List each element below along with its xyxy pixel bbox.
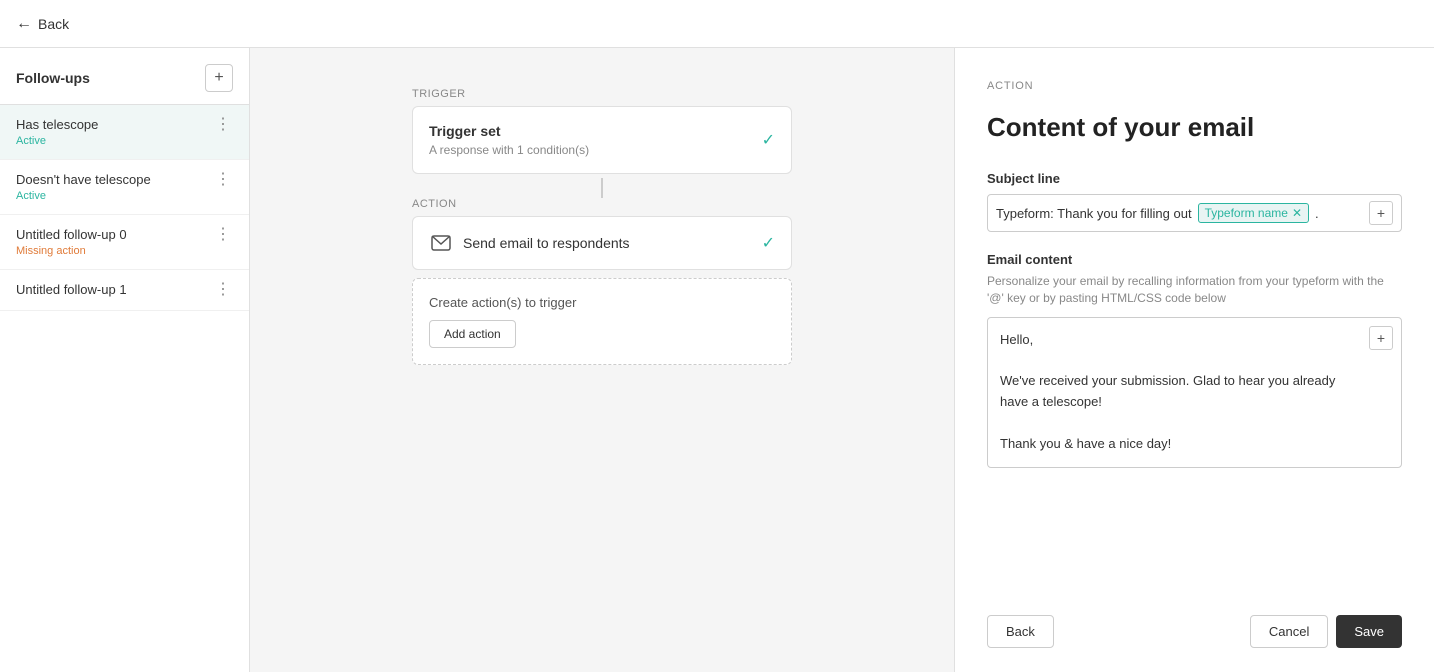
email-body-area[interactable]: Hello, We've received your submission. G… (987, 317, 1402, 468)
right-panel: ACTION Content of your email Subject lin… (954, 48, 1434, 672)
email-icon (429, 231, 453, 255)
email-body-spacer (1000, 351, 1389, 372)
sidebar-item-menu-button[interactable]: ⋮ (213, 227, 233, 243)
sidebar-item-menu-button[interactable]: ⋮ (213, 282, 233, 298)
sidebar-item-menu-button[interactable]: ⋮ (213, 172, 233, 188)
sidebar-item-doesnt-have-telescope[interactable]: Doesn't have telescope Active ⋮ (0, 160, 249, 215)
main-layout: Follow-ups + Has telescope Active ⋮ Does… (0, 48, 1434, 672)
add-action-button[interactable]: Add action (429, 320, 516, 348)
sidebar-item-status: Active (16, 190, 213, 202)
sidebar-item-name: Has telescope (16, 117, 213, 132)
sidebar-item-name: Untitled follow-up 0 (16, 227, 213, 242)
sidebar-header: Follow-ups + (0, 48, 249, 105)
email-body-line-4: Thank you & have a nice day! (1000, 434, 1389, 455)
canvas: Trigger Trigger set A response with 1 co… (250, 48, 954, 672)
sidebar: Follow-ups + Has telescope Active ⋮ Does… (0, 48, 250, 672)
check-icon: ✓ (762, 130, 775, 150)
sidebar-item-untitled-0[interactable]: Untitled follow-up 0 Missing action ⋮ (0, 215, 249, 270)
typeform-name-tag: Typeform name ✕ (1198, 203, 1309, 223)
subject-dot: . (1315, 206, 1319, 221)
panel-back-button[interactable]: Back (987, 615, 1054, 648)
sidebar-item-status: Active (16, 135, 213, 147)
subject-line-input[interactable]: Typeform: Thank you for filling out Type… (987, 194, 1402, 232)
add-followup-button[interactable]: + (205, 64, 233, 92)
panel-title: Content of your email (987, 112, 1402, 143)
trigger-card-title: Trigger set (429, 123, 589, 139)
sidebar-item-untitled-1[interactable]: Untitled follow-up 1 ⋮ (0, 270, 249, 311)
panel-footer: Back Cancel Save (987, 599, 1402, 648)
top-bar: ← Back (0, 0, 1434, 48)
email-content-hint: Personalize your email by recalling info… (987, 273, 1402, 307)
action-label: Action (412, 198, 792, 210)
send-email-label: Send email to respondents (463, 235, 630, 251)
sidebar-item-status: Missing action (16, 245, 213, 257)
create-actions-title: Create action(s) to trigger (429, 295, 775, 310)
cancel-button[interactable]: Cancel (1250, 615, 1328, 648)
email-content-section: Email content Personalize your email by … (987, 252, 1402, 467)
top-back-label: Back (38, 16, 69, 32)
panel-section-label: ACTION (987, 80, 1402, 92)
typeform-tag-label: Typeform name (1205, 206, 1288, 220)
email-body-line-1: Hello, (1000, 330, 1389, 351)
email-body-spacer-2 (1000, 413, 1389, 434)
sidebar-title: Follow-ups (16, 70, 90, 86)
subject-plus-button[interactable]: + (1369, 201, 1393, 225)
send-email-card[interactable]: Send email to respondents ✓ (412, 216, 792, 270)
subject-prefix: Typeform: Thank you for filling out (996, 206, 1192, 221)
email-body-line-3: have a telescope! (1000, 392, 1389, 413)
trigger-label: Trigger (412, 88, 792, 100)
sidebar-item-name: Doesn't have telescope (16, 172, 213, 187)
tag-close-button[interactable]: ✕ (1292, 207, 1302, 219)
top-back-button[interactable]: ← Back (16, 15, 69, 33)
trigger-card[interactable]: Trigger set A response with 1 condition(… (412, 106, 792, 174)
sidebar-item-name: Untitled follow-up 1 (16, 282, 213, 297)
sidebar-item-menu-button[interactable]: ⋮ (213, 117, 233, 133)
subject-line-label: Subject line (987, 171, 1402, 186)
create-actions-card: Create action(s) to trigger Add action (412, 278, 792, 365)
email-content-label: Email content (987, 252, 1402, 267)
check-icon: ✓ (762, 233, 775, 253)
save-button[interactable]: Save (1336, 615, 1402, 648)
email-body-line-2: We've received your submission. Glad to … (1000, 371, 1389, 392)
email-body-plus-button[interactable]: + (1369, 326, 1393, 350)
connector (601, 178, 603, 198)
trigger-card-subtitle: A response with 1 condition(s) (429, 143, 589, 157)
sidebar-item-has-telescope[interactable]: Has telescope Active ⋮ (0, 105, 249, 160)
canvas-inner: Trigger Trigger set A response with 1 co… (412, 88, 792, 365)
back-arrow-icon: ← (16, 15, 32, 33)
